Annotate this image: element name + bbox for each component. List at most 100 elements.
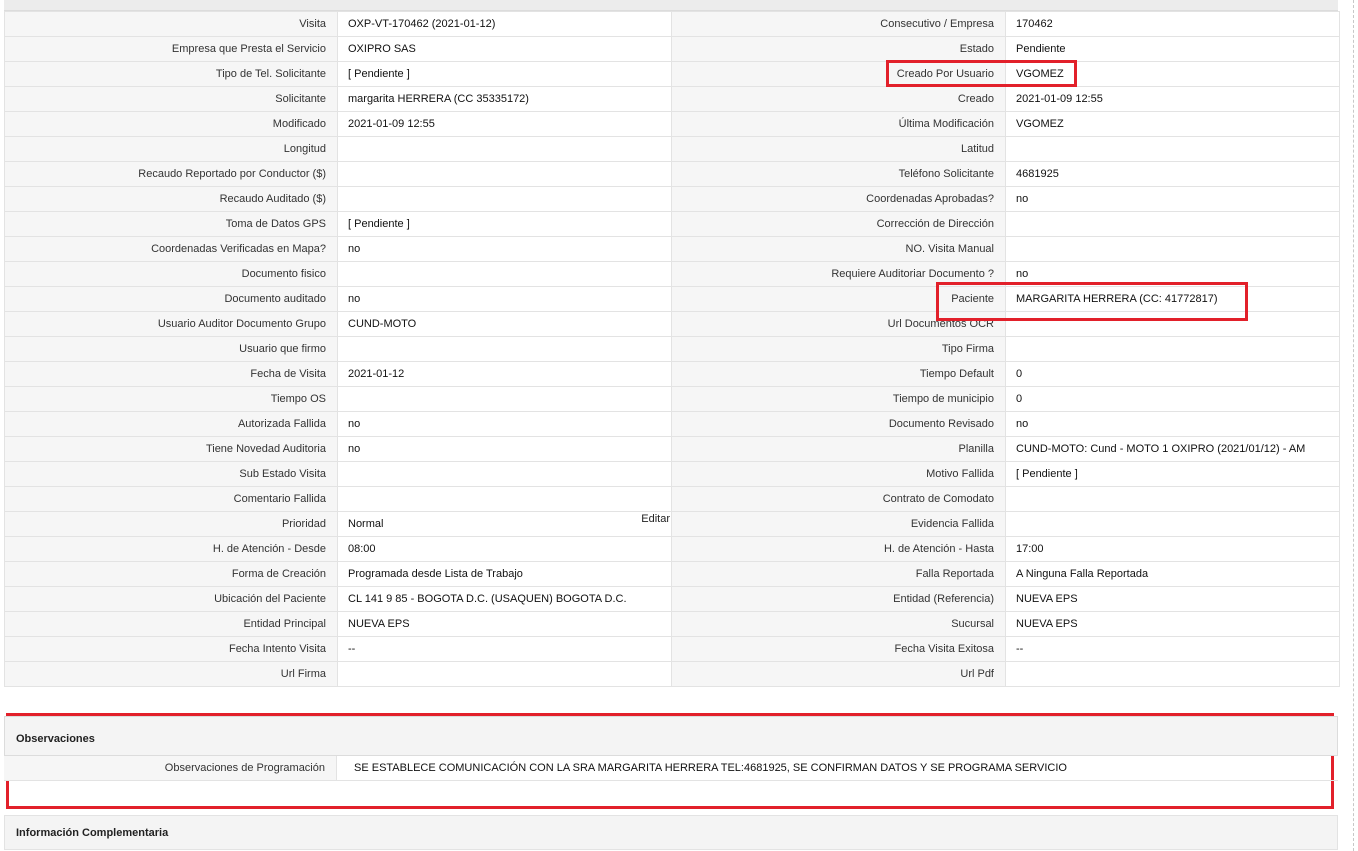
table-row: Url Firma Url Pdf [4, 661, 1340, 687]
documento-fisico-value [337, 261, 672, 287]
modificado-label: Modificado [4, 111, 338, 137]
field-label: Ubicación del Paciente [214, 593, 326, 605]
observaciones-row: Observaciones de Programación SE ESTABLE… [4, 756, 1338, 781]
field-label: Falla Reportada [915, 568, 994, 580]
field-value: [ Pendiente ] [348, 218, 410, 230]
field-value: OXIPRO SAS [348, 43, 416, 55]
field-value: VGOMEZ [1016, 118, 1064, 130]
field-label: Tiempo de municipio [892, 393, 994, 405]
ultima-modificacion-value: VGOMEZ [1005, 111, 1340, 137]
visita-label: Visita [4, 11, 338, 37]
field-value: no [348, 443, 361, 455]
toma-de-datos-gps-value: [ Pendiente ] [337, 211, 672, 237]
url-firma-value [337, 661, 672, 687]
field-value: VGOMEZ [1016, 68, 1064, 80]
table-row: Modificado 2021-01-09 12:55 Última Modific… [4, 111, 1340, 137]
tiempo-os-value [337, 386, 672, 412]
observaciones-programacion-value: SE ESTABLECE COMUNICACIÓN CON LA SRA MAR… [354, 762, 1067, 774]
coordenadas-aprobadas-label: Coordenadas Aprobadas? [671, 186, 1006, 212]
entidad-referencia-label: Entidad (Referencia) [671, 586, 1006, 612]
prioridad-label: Prioridad [4, 511, 338, 537]
table-row: Solicitante margarita HERRERA (CC 3533517… [4, 86, 1340, 112]
latitud-value [1005, 136, 1340, 162]
field-label: Documento fisico [241, 268, 326, 280]
paciente-value: MARGARITA HERRERA (CC: 41772817) [1005, 286, 1340, 312]
table-row: Toma de Datos GPS [ Pendiente ] Corrección… [4, 211, 1340, 237]
url-pdf-value [1005, 661, 1340, 687]
estado-value: Pendiente [1005, 36, 1340, 62]
recaudo-auditado-value [337, 186, 672, 212]
sucursal-label: Sucursal [671, 611, 1006, 637]
scroll-boundary [1353, 0, 1354, 851]
field-value: 2021-01-09 12:55 [1016, 93, 1103, 105]
field-label: Forma de Creación [231, 568, 326, 580]
field-value: -- [348, 643, 356, 655]
field-label: Documento auditado [224, 293, 326, 305]
recaudo-reportado-por-conductor-value [337, 161, 672, 187]
tiempo-de-municipio-value: 0 [1005, 386, 1340, 412]
table-row: Fecha Intento Visita -- Fecha Visita Exit… [4, 636, 1340, 662]
h-de-atencion-desde-value: 08:00 [337, 536, 672, 562]
h-de-atencion-hasta-value: 17:00 [1005, 536, 1340, 562]
field-value: NUEVA EPS [1016, 593, 1078, 605]
consecutivo-empresa-label: Consecutivo / Empresa [671, 11, 1006, 37]
field-value: no [1016, 268, 1029, 280]
field-label: Visita [299, 18, 326, 30]
observaciones-programacion-label: Observaciones de Programación [4, 756, 337, 780]
field-value: 17:00 [1016, 543, 1044, 555]
field-label: Autorizada Fallida [237, 418, 326, 430]
field-label: Estado [959, 43, 994, 55]
field-value: no [348, 243, 361, 255]
table-row: Coordenadas Verificadas en Mapa? no NO. V… [4, 236, 1340, 262]
table-row: H. de Atención - Desde 08:00 H. de Atenció… [4, 536, 1340, 562]
field-value: 0 [1016, 393, 1023, 405]
fecha-de-visita-label: Fecha de Visita [4, 361, 338, 387]
field-label: Evidencia Fallida [910, 518, 994, 530]
top-section-strip [4, 0, 1338, 11]
field-label: Recaudo Reportado por Conductor ($) [138, 168, 326, 180]
field-label: Documento Revisado [888, 418, 994, 430]
ultima-modificacion-label: Última Modificación [671, 111, 1006, 137]
solicitante-value: margarita HERRERA (CC 35335172) [337, 86, 672, 112]
coordenadas-verificadas-en-mapa-label: Coordenadas Verificadas en Mapa? [4, 236, 338, 262]
table-row: Sub Estado Visita Motivo Fallida [ Pendien… [4, 461, 1340, 487]
field-label: Longitud [283, 143, 326, 155]
documento-revisado-label: Documento Revisado [671, 411, 1006, 437]
field-value: margarita HERRERA (CC 35335172) [348, 93, 529, 105]
field-label: Teléfono Solicitante [898, 168, 994, 180]
entidad-principal-value: NUEVA EPS [337, 611, 672, 637]
evidencia-fallida-label: Evidencia Fallida [671, 511, 1006, 537]
field-label: Contrato de Comodato [882, 493, 994, 505]
no-visita-manual-label: NO. Visita Manual [671, 236, 1006, 262]
comentario-fallida-value [337, 486, 672, 512]
field-label: Última Modificación [898, 118, 994, 130]
field-label: Tipo de Tel. Solicitante [215, 68, 326, 80]
field-label: Toma de Datos GPS [225, 218, 326, 230]
field-value: CUND-MOTO [348, 318, 417, 330]
field-value: Pendiente [1016, 43, 1066, 55]
field-value: OXP-VT-170462 (2021-01-12) [348, 18, 496, 30]
prioridad-value: Normal Editar [337, 511, 672, 537]
table-row: Visita OXP-VT-170462 (2021-01-12) Consecut… [4, 11, 1340, 37]
field-label: Fecha Visita Exitosa [894, 643, 994, 655]
ubicacion-del-paciente-value: CL 141 9 85 - BOGOTA D.C. (USAQUEN) BOGO… [337, 586, 672, 612]
url-pdf-label: Url Pdf [671, 661, 1006, 687]
fecha-intento-visita-label: Fecha Intento Visita [4, 636, 338, 662]
table-row: Documento fisico Requiere Auditoriar Docu… [4, 261, 1340, 287]
informacion-complementaria-header[interactable]: Información Complementaria [4, 815, 1338, 850]
planilla-label: Planilla [671, 436, 1006, 462]
field-value: 08:00 [348, 543, 376, 555]
entidad-referencia-value: NUEVA EPS [1005, 586, 1340, 612]
estado-label: Estado [671, 36, 1006, 62]
empresa-que-presta-el-servicio-label: Empresa que Presta el Servicio [4, 36, 338, 62]
motivo-fallida-value: [ Pendiente ] [1005, 461, 1340, 487]
table-row: Autorizada Fallida no Documento Revisado … [4, 411, 1340, 437]
usuario-auditor-documento-grupo-value: CUND-MOTO [337, 311, 672, 337]
field-label: Entidad (Referencia) [893, 593, 994, 605]
fecha-de-visita-value: 2021-01-12 [337, 361, 672, 387]
table-row: Documento auditado no Paciente MARGARITA H… [4, 286, 1340, 312]
field-label: Tipo Firma [941, 343, 994, 355]
edit-priority-link[interactable]: Editar [641, 513, 670, 525]
documento-auditado-label: Documento auditado [4, 286, 338, 312]
h-de-atencion-desde-label: H. de Atención - Desde [4, 536, 338, 562]
